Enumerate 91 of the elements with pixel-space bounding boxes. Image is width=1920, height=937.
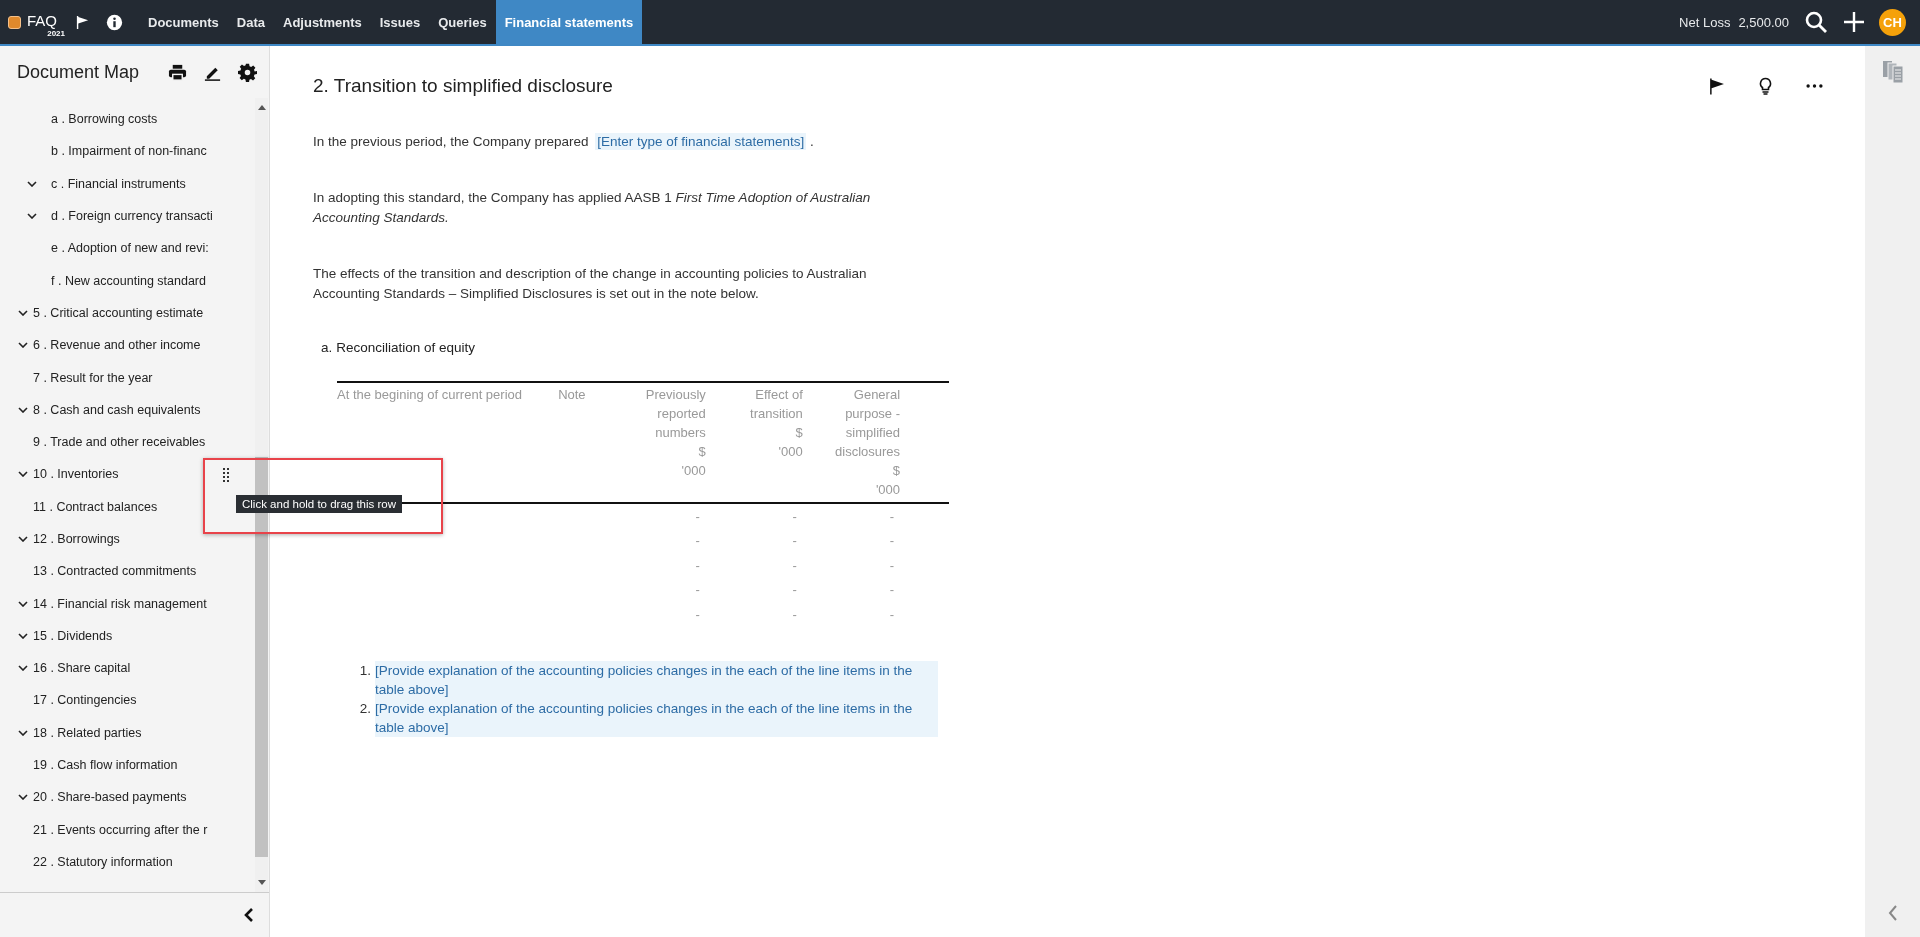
tree-item[interactable]: 22 . Statutory information xyxy=(33,854,173,869)
table-cell-text: - xyxy=(694,556,701,575)
tree-item[interactable]: 6 . Revenue and other income xyxy=(33,338,201,353)
table-cell-text: - xyxy=(694,532,701,551)
table-cell-text: - xyxy=(791,581,798,600)
scroll-up-icon[interactable] xyxy=(257,105,266,110)
tree-item[interactable]: 18 . Related parties xyxy=(33,725,142,740)
list-number: 1. xyxy=(358,661,371,680)
tree-item[interactable]: 10 . Inventories xyxy=(33,467,119,482)
tree-item[interactable]: 11 . Contract balances xyxy=(33,499,158,514)
flag-icon[interactable] xyxy=(1708,77,1725,95)
paragraph: The effects of the transition and description of the change in accounting policies to Australian Accounting Standards – Simplified Disclosures is set out in the note below. xyxy=(313,265,868,303)
chevron-down-icon[interactable] xyxy=(18,309,28,316)
tree-item[interactable]: 9 . Trade and other receivables xyxy=(33,435,206,450)
table-cell-text: - xyxy=(888,532,896,551)
info-icon[interactable] xyxy=(106,13,123,31)
app-name[interactable]: FAQ xyxy=(27,12,57,29)
tree-item[interactable]: 15 . Dividends xyxy=(33,628,113,643)
chevron-down-icon[interactable] xyxy=(27,180,37,187)
search-icon[interactable] xyxy=(1804,10,1828,34)
tree-item[interactable]: 8 . Cash and cash equivalents xyxy=(33,402,201,417)
column-header: General purpose - simplified disclosures $ '000 xyxy=(802,382,901,503)
tree-item[interactable]: a . Borrowing costs xyxy=(51,112,158,127)
table-cell-text: - xyxy=(888,556,896,575)
subsection-title: Reconciliation of equity xyxy=(336,340,476,355)
column-header: Previously reported numbers $ '000 xyxy=(617,382,706,503)
drag-handle-icon[interactable] xyxy=(222,467,230,485)
nav-tab[interactable]: Issues xyxy=(370,0,430,44)
tree-item[interactable]: 17 . Contingencies xyxy=(33,693,137,708)
chevron-down-icon[interactable] xyxy=(18,342,28,349)
nav-tab[interactable]: Data xyxy=(227,0,274,44)
expand-panel-icon[interactable] xyxy=(1887,905,1898,921)
chevron-down-icon[interactable] xyxy=(18,600,28,607)
tree-item[interactable]: 12 . Borrowings xyxy=(33,532,120,546)
fill-in-field[interactable]: [Provide explanation of the accounting policies changes in the each of the line items in the table above] xyxy=(375,698,938,737)
paragraph: In adopting this standard, the Company has applied AASB 1 First Time Adoption of Australian Accounting Standards. xyxy=(313,189,872,227)
year-label: 2021 xyxy=(47,28,65,38)
section-label: a. xyxy=(321,340,333,355)
tree-item[interactable]: 20 . Share-based payments xyxy=(33,790,187,805)
table-cell-text: - xyxy=(791,556,798,575)
table-cell-text: - xyxy=(694,581,701,600)
nav-tab[interactable]: Adjustments xyxy=(274,0,371,44)
chevron-down-icon[interactable] xyxy=(18,471,28,478)
table-cell-text: - xyxy=(888,581,896,600)
tree-item[interactable]: 16 . Share capital xyxy=(33,661,131,676)
fill-in-field[interactable]: [Provide explanation of the accounting policies changes in the each of the line items in the table above] xyxy=(375,660,938,699)
table-cell: - xyxy=(617,503,706,529)
nav-tab[interactable]: Documents xyxy=(139,0,228,44)
table-cell-text: - xyxy=(791,532,798,551)
table-cell-text: - xyxy=(888,605,896,624)
tree-item[interactable]: c . Financial instruments xyxy=(51,176,186,191)
column-header: Note xyxy=(558,382,618,503)
section-title: 2. Transition to simplified disclosure xyxy=(313,75,614,97)
chevron-down-icon[interactable] xyxy=(18,794,28,801)
table-cell-text: - xyxy=(694,605,701,624)
chevron-down-icon[interactable] xyxy=(18,665,28,672)
fill-in-field[interactable]: [Enter type of financial statements] xyxy=(595,133,807,150)
tree-item[interactable]: 19 . Cash flow information xyxy=(33,758,178,773)
chevron-down-icon[interactable] xyxy=(18,536,28,542)
list-number: 2. xyxy=(358,699,371,718)
tree-item[interactable]: 21 . Events occurring after the r xyxy=(33,822,208,837)
tree-item[interactable]: e . Adoption of new and revi: xyxy=(51,241,209,256)
table-cell-text: - xyxy=(791,605,798,624)
net-loss-value: 2,500.00 xyxy=(1738,14,1789,30)
tree-item[interactable]: b . Impairment of non-financ xyxy=(51,144,207,159)
tree-item[interactable]: 5 . Critical accounting estimate xyxy=(33,305,204,320)
logo-icon xyxy=(8,15,21,29)
lightbulb-icon[interactable] xyxy=(1757,77,1774,95)
scroll-down-icon[interactable] xyxy=(257,880,266,885)
chevron-down-icon[interactable] xyxy=(18,406,28,413)
tree-item[interactable]: 7 . Result for the year xyxy=(33,370,153,385)
column-header: Effect of transition $ '000 xyxy=(705,382,803,503)
tree-item[interactable]: 13 . Contracted commitments xyxy=(33,564,197,579)
settings-icon[interactable] xyxy=(238,62,257,82)
chevron-down-icon[interactable] xyxy=(18,729,28,736)
tree-item[interactable]: 14 . Financial risk management xyxy=(33,596,207,611)
panel-title: Document Map xyxy=(17,61,141,83)
flag-icon[interactable] xyxy=(75,13,90,31)
add-icon[interactable] xyxy=(1842,10,1866,34)
table-cell: - xyxy=(802,503,901,529)
chevron-down-icon[interactable] xyxy=(27,213,37,220)
net-loss-label: Net Loss xyxy=(1679,14,1731,30)
chevron-down-icon[interactable] xyxy=(18,632,28,639)
print-icon[interactable] xyxy=(168,62,187,82)
table-cell: - xyxy=(705,503,803,529)
tree-item[interactable]: f . New accounting standard xyxy=(51,273,206,288)
nav-tab[interactable]: Financial statements xyxy=(495,0,643,44)
tree-item[interactable]: d . Foreign currency transacti xyxy=(51,209,213,224)
collapse-icon[interactable] xyxy=(244,908,254,922)
paragraph: In the previous period, the Company prepared [Enter type of financial statements] . xyxy=(313,132,815,152)
nav-tab[interactable]: Queries xyxy=(429,0,496,44)
